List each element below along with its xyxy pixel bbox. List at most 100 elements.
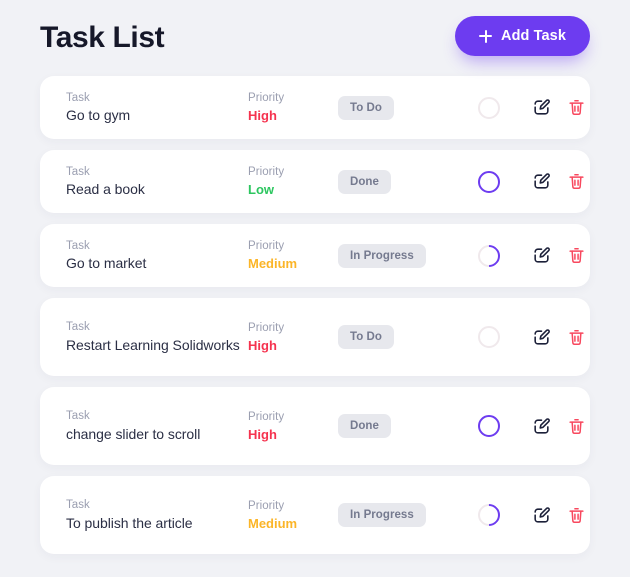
add-task-button-label: Add Task (501, 28, 566, 44)
task-row[interactable]: Task Restart Learning Solidworks Priority H… (40, 298, 590, 376)
progress-ring-icon[interactable] (478, 170, 500, 193)
priority-field-label: Priority (248, 321, 285, 334)
status-badge[interactable]: Done (338, 414, 391, 438)
status-cell: Done (334, 169, 446, 194)
edit-task-button[interactable] (532, 417, 551, 436)
edit-task-button[interactable] (532, 98, 551, 117)
trash-icon (567, 328, 586, 347)
status-cell: Done (334, 414, 446, 438)
task-cell: Task Read a book (66, 164, 248, 200)
edit-pencil-icon (532, 506, 551, 525)
row-actions (532, 417, 594, 436)
status-cell: In Progress (334, 503, 446, 527)
task-row[interactable]: Task Go to gym Priority High To Do (40, 76, 590, 139)
task-field-label: Task (66, 91, 90, 104)
status-badge[interactable]: To Do (338, 325, 394, 349)
task-row[interactable]: Task Go to market Priority Medium In Progres… (40, 224, 590, 287)
plus-icon (479, 29, 492, 43)
row-actions (532, 98, 594, 117)
delete-task-button[interactable] (567, 328, 586, 347)
status-cell: To Do (334, 95, 446, 120)
priority-field-label: Priority (248, 92, 285, 105)
row-actions (532, 328, 594, 347)
priority-cell: Priority High (248, 409, 334, 443)
row-actions (532, 506, 594, 525)
trash-icon (567, 246, 586, 265)
priority-value: High (248, 337, 277, 353)
page-title: Task List (40, 21, 165, 54)
progress-cell (446, 170, 532, 193)
progress-cell (446, 499, 532, 531)
edit-task-button[interactable] (532, 328, 551, 347)
priority-field-label: Priority (248, 166, 285, 179)
priority-value: High (248, 426, 277, 442)
priority-cell: Priority High (248, 320, 334, 354)
status-cell: In Progress (334, 243, 446, 268)
task-field-label: Task (66, 499, 90, 512)
trash-icon (567, 506, 586, 525)
task-name: Read a book (66, 181, 145, 198)
delete-task-button[interactable] (567, 172, 586, 191)
task-list-app: Task List Add Task Task Go to gym Priority… (0, 0, 630, 577)
task-field-label: Task (66, 321, 90, 334)
task-row[interactable]: Task Read a book Priority Low Done (40, 150, 590, 213)
task-row[interactable]: Task change slider to scroll Priority High D… (40, 387, 590, 465)
priority-field-label: Priority (248, 240, 285, 253)
add-task-button[interactable]: Add Task (455, 16, 590, 56)
task-row[interactable]: Task To publish the article Priority Medium… (40, 476, 590, 554)
task-list: Task Go to gym Priority High To Do Task Read a… (40, 76, 590, 554)
priority-cell: Priority Medium (248, 498, 334, 532)
edit-pencil-icon (532, 246, 551, 265)
delete-task-button[interactable] (567, 506, 586, 525)
status-badge[interactable]: Done (338, 169, 391, 194)
priority-cell: Priority Medium (248, 238, 334, 272)
priority-field-label: Priority (248, 499, 285, 512)
task-cell: Task Restart Learning Solidworks (66, 319, 248, 355)
task-cell: Task Go to market (66, 238, 248, 274)
priority-cell: Priority High (248, 90, 334, 124)
trash-icon (567, 98, 586, 117)
progress-ring-icon[interactable] (478, 96, 500, 119)
task-field-label: Task (66, 239, 90, 252)
task-name: Go to market (66, 255, 147, 272)
priority-value: Low (248, 182, 274, 198)
edit-pencil-icon (532, 98, 551, 117)
progress-ring-icon[interactable] (473, 239, 505, 272)
edit-pencil-icon (532, 417, 551, 436)
edit-pencil-icon (532, 172, 551, 191)
progress-cell (446, 239, 532, 272)
priority-value: Medium (248, 515, 298, 531)
status-cell: To Do (334, 325, 446, 349)
priority-value: Medium (248, 256, 298, 272)
delete-task-button[interactable] (567, 246, 586, 265)
task-name: Restart Learning Solidworks (66, 336, 240, 353)
row-actions (532, 172, 594, 191)
row-actions (532, 246, 594, 265)
edit-task-button[interactable] (532, 172, 551, 191)
edit-task-button[interactable] (532, 246, 551, 265)
task-cell: Task To publish the article (66, 497, 248, 533)
trash-icon (567, 172, 586, 191)
task-name: Go to gym (66, 107, 131, 124)
delete-task-button[interactable] (567, 98, 586, 117)
task-field-label: Task (66, 165, 90, 178)
edit-task-button[interactable] (532, 506, 551, 525)
delete-task-button[interactable] (567, 417, 586, 436)
edit-pencil-icon (532, 328, 551, 347)
status-badge[interactable]: In Progress (338, 243, 426, 268)
task-cell: Task Go to gym (66, 90, 248, 126)
progress-cell (446, 415, 532, 437)
task-field-label: Task (66, 410, 90, 423)
progress-ring-icon[interactable] (478, 326, 500, 348)
priority-field-label: Priority (248, 410, 285, 423)
progress-cell (446, 96, 532, 119)
status-badge[interactable]: In Progress (338, 503, 426, 527)
page-header: Task List Add Task (40, 0, 590, 76)
task-cell: Task change slider to scroll (66, 408, 248, 444)
task-name: To publish the article (66, 514, 193, 531)
task-name: change slider to scroll (66, 425, 201, 442)
status-badge[interactable]: To Do (338, 95, 394, 120)
progress-ring-icon[interactable] (478, 415, 500, 437)
priority-value: High (248, 108, 277, 124)
progress-ring-icon[interactable] (473, 499, 505, 531)
